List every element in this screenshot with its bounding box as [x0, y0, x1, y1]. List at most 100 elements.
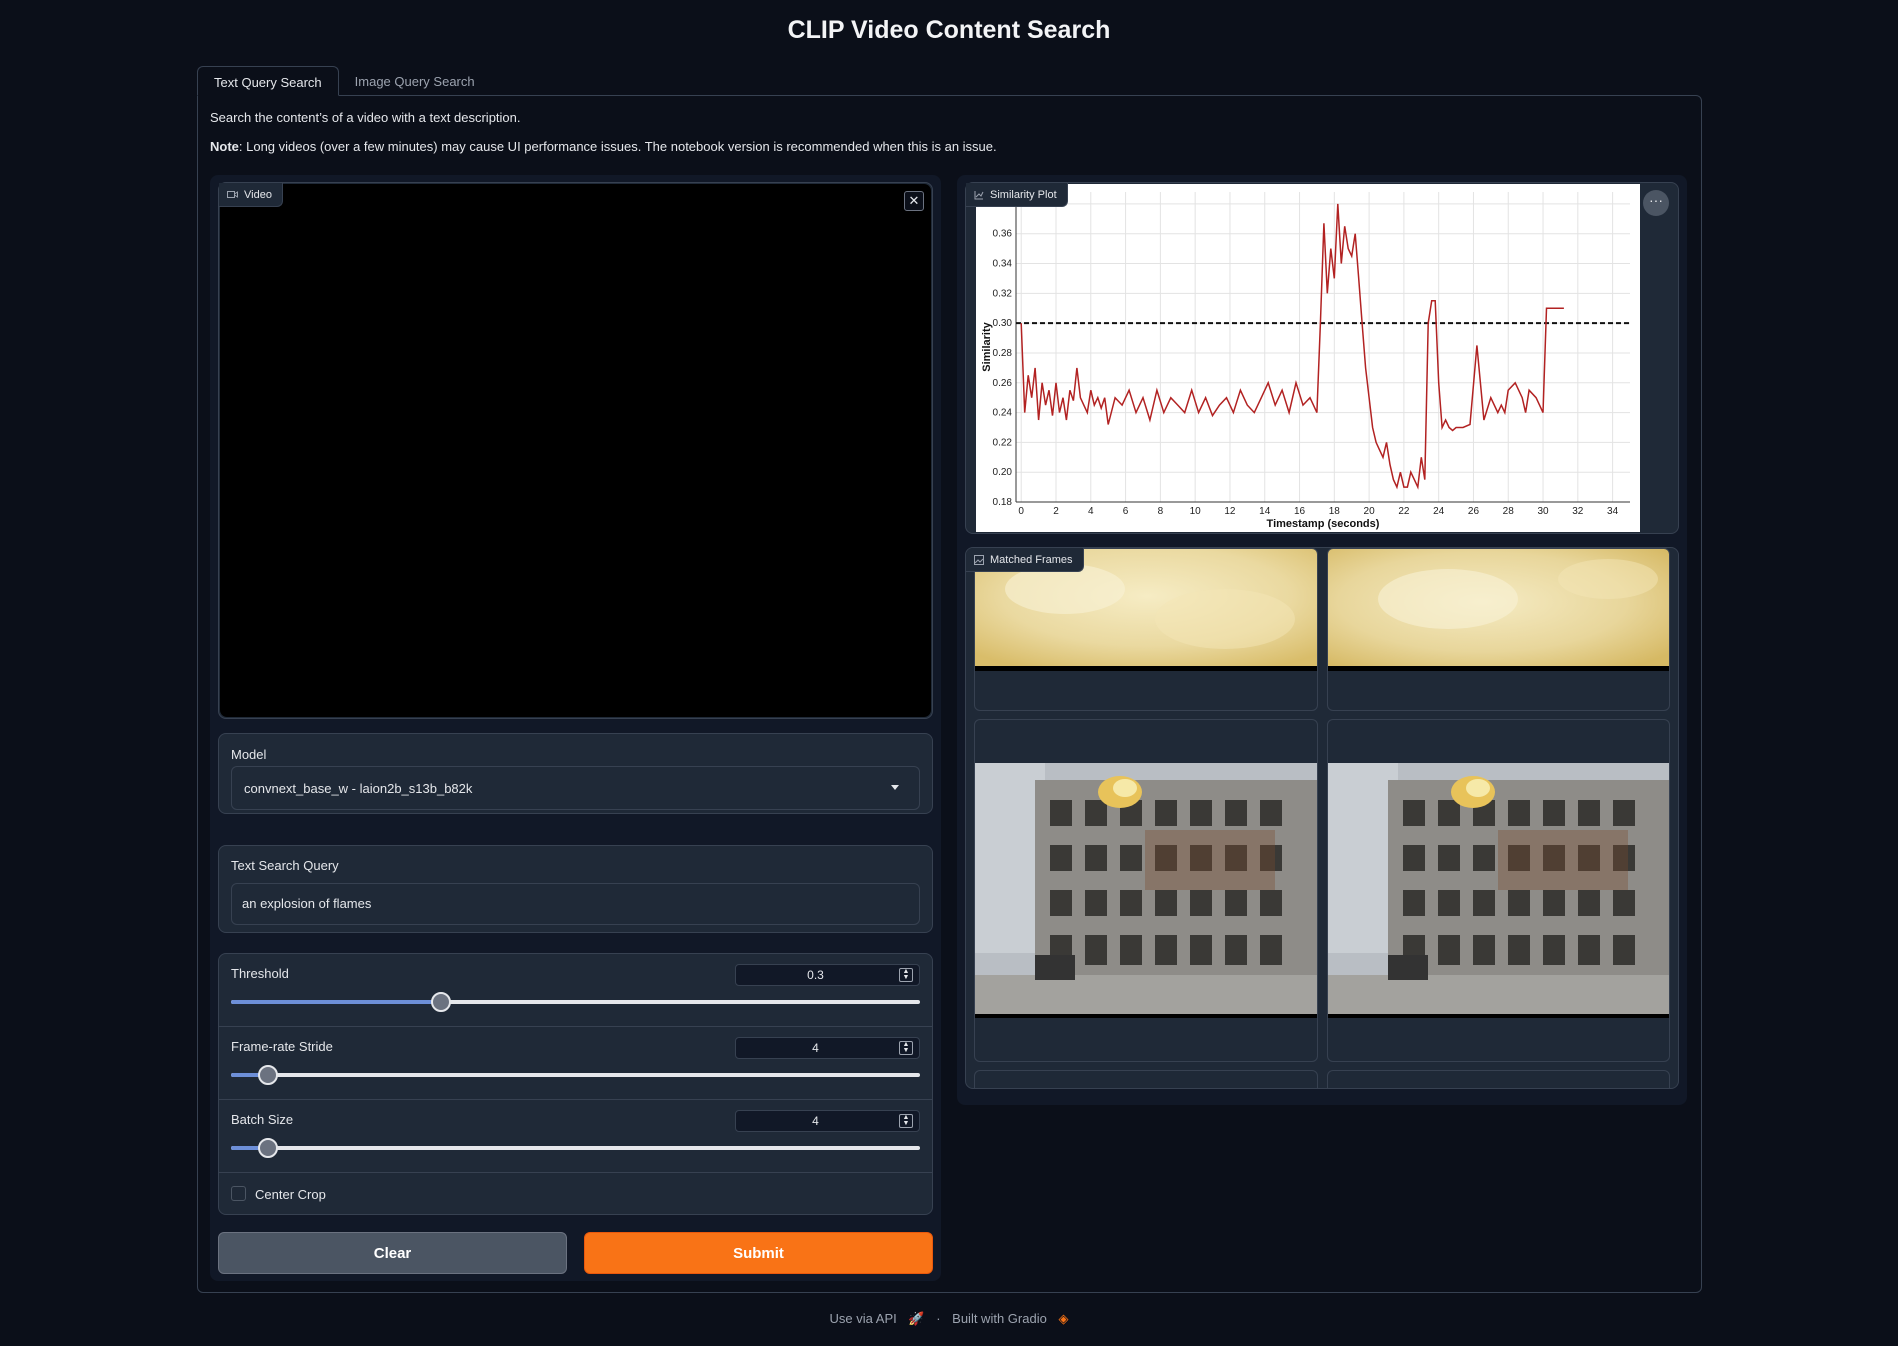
tab-text-query-search[interactable]: Text Query Search [197, 66, 339, 96]
similarity-chart: 0 2 4 6 8 10 12 14 16 18 20 22 24 26 28 30 32 340.180.200… [981, 192, 1630, 530]
threshold-number-input[interactable]: 0.3 ▲ ▼ [735, 964, 920, 986]
image-icon [974, 554, 984, 565]
gallery-item[interactable] [974, 548, 1318, 711]
similarity-series-line [1020, 203, 1564, 490]
x-tick-label: 16 [1294, 506, 1306, 517]
batch-size-row: Batch Size 4 ▲ ▼ [219, 1100, 932, 1173]
video-label: Video [219, 183, 283, 207]
video-block: Video ✕ [218, 182, 933, 719]
stride-number-input[interactable]: 4 ▲ ▼ [735, 1037, 920, 1059]
description-text: Search the content’s of a video with a t… [210, 110, 521, 125]
y-tick-label: 0.24 [993, 408, 1013, 419]
submit-button[interactable]: Submit [584, 1232, 933, 1274]
gallery-item[interactable] [974, 719, 1318, 1062]
matched-frames-label-text: Matched Frames [990, 553, 1073, 566]
y-tick-label: 0.34 [993, 259, 1013, 270]
chevron-down-icon [891, 785, 899, 790]
note-text: Note: Long videos (over a few minutes) m… [210, 139, 997, 154]
x-tick-label: 6 [1123, 506, 1129, 517]
note-body: : Long videos (over a few minutes) may c… [238, 139, 997, 154]
close-icon[interactable]: ✕ [904, 191, 924, 211]
gradio-logo-icon: ◈ [1058, 1311, 1069, 1326]
batch-size-slider-handle[interactable] [257, 1138, 278, 1158]
x-tick-label: 28 [1503, 506, 1515, 517]
x-tick-label: 8 [1158, 506, 1164, 517]
threshold-slider[interactable] [231, 992, 920, 1012]
x-tick-label: 0 [1018, 506, 1024, 517]
center-crop-label: Center Crop [255, 1187, 326, 1202]
x-tick-label: 24 [1433, 506, 1445, 517]
app-title: CLIP Video Content Search [787, 16, 1111, 44]
x-tick-label: 26 [1468, 506, 1480, 517]
similarity-plot-label: Similarity Plot [966, 183, 1068, 207]
threshold-slider-handle[interactable] [431, 992, 452, 1012]
text-query-input[interactable]: an explosion of flames [231, 883, 920, 925]
gallery-item[interactable] [1327, 719, 1670, 1062]
stride-slider-handle[interactable] [257, 1065, 278, 1085]
similarity-plot-block: 0 2 4 6 8 10 12 14 16 18 20 22 24 26 28 30 32 34 0.18 0.20 0… [965, 182, 1679, 534]
x-tick-label: 20 [1364, 506, 1376, 517]
spinner-icon[interactable]: ▲ ▼ [899, 1041, 913, 1055]
frame-thumbnail [1328, 549, 1669, 671]
y-tick-label: 0.30 [993, 318, 1013, 329]
built-with-gradio-link[interactable]: Built with Gradio [952, 1311, 1047, 1326]
x-tick-label: 30 [1537, 506, 1549, 517]
model-select-value: convnext_base_w - laion2b_s13b_b82k [244, 780, 473, 796]
x-tick-label: 10 [1190, 506, 1202, 517]
y-tick-label: 0.22 [993, 437, 1013, 448]
x-tick-label: 4 [1088, 506, 1094, 517]
footer-separator: · [936, 1311, 941, 1326]
model-label: Model [231, 747, 267, 762]
stride-label: Frame-rate Stride [231, 1039, 333, 1054]
x-axis-label: Timestamp (seconds) [1267, 518, 1380, 530]
spinner-icon[interactable]: ▲ ▼ [899, 968, 913, 982]
frame-thumbnail [1328, 763, 1669, 1018]
plot-canvas: 0 2 4 6 8 10 12 14 16 18 20 22 24 26 28 30 32 34 0.18 0.20 0… [976, 184, 1640, 532]
chart-icon [974, 190, 984, 199]
y-axis-label: Similarity [981, 321, 993, 371]
tab-image-query-search[interactable]: Image Query Search [339, 66, 491, 96]
video-label-text: Video [244, 188, 272, 201]
model-block: Model convnext_base_w - laion2b_s13b_b82… [218, 733, 933, 814]
frame-thumbnail [975, 763, 1317, 1018]
rocket-icon: 🚀 [908, 1311, 925, 1326]
x-tick-label: 32 [1572, 506, 1584, 517]
tab-bar: Text Query Search Image Query Search [197, 66, 491, 96]
text-query-block: Text Search Query an explosion of flames [218, 845, 933, 933]
threshold-label: Threshold [231, 966, 289, 981]
footer: Use via API 🚀 · Built with Gradio ◈ [0, 1311, 1898, 1327]
batch-size-number-input[interactable]: 4 ▲ ▼ [735, 1110, 920, 1132]
center-crop-checkbox[interactable] [231, 1186, 246, 1201]
stride-row: Frame-rate Stride 4 ▲ ▼ [219, 1027, 932, 1100]
more-options-icon[interactable]: ··· [1643, 190, 1669, 216]
batch-size-label: Batch Size [231, 1112, 294, 1127]
x-tick-label: 12 [1224, 506, 1236, 517]
x-tick-label: 14 [1259, 506, 1271, 517]
spinner-icon[interactable]: ▲ ▼ [899, 1114, 913, 1128]
y-tick-label: 0.28 [993, 348, 1013, 359]
x-tick-label: 34 [1607, 506, 1619, 517]
text-query-label: Text Search Query [231, 858, 339, 873]
gallery-item[interactable] [1327, 548, 1670, 711]
similarity-plot-label-text: Similarity Plot [990, 188, 1057, 201]
y-tick-label: 0.20 [993, 467, 1013, 478]
note-bold: Note [210, 139, 239, 154]
use-api-link[interactable]: Use via API [830, 1311, 897, 1326]
tab-panel: Search the content’s of a video with a t… [197, 95, 1702, 1293]
threshold-row: Threshold 0.3 ▲ ▼ [219, 954, 932, 1027]
threshold-slider-fill [231, 1000, 442, 1004]
x-tick-label: 22 [1398, 506, 1410, 517]
video-player[interactable] [220, 184, 931, 717]
y-tick-label: 0.32 [993, 288, 1013, 299]
model-select[interactable]: convnext_base_w - laion2b_s13b_b82k [231, 766, 920, 810]
batch-size-slider[interactable] [231, 1138, 920, 1158]
stride-value: 4 [812, 1041, 819, 1055]
stride-slider[interactable] [231, 1065, 920, 1085]
y-tick-label: 0.18 [993, 497, 1013, 508]
x-tick-label: 18 [1329, 506, 1341, 517]
gallery-item[interactable] [1327, 1070, 1670, 1088]
clear-button[interactable]: Clear [218, 1232, 567, 1274]
gallery-item[interactable] [974, 1070, 1318, 1088]
matched-frames-block: Matched Frames [965, 547, 1679, 1089]
settings-block: Threshold 0.3 ▲ ▼ Frame-rate Stride 4 ▲ ▼ Ba… [218, 953, 933, 1215]
